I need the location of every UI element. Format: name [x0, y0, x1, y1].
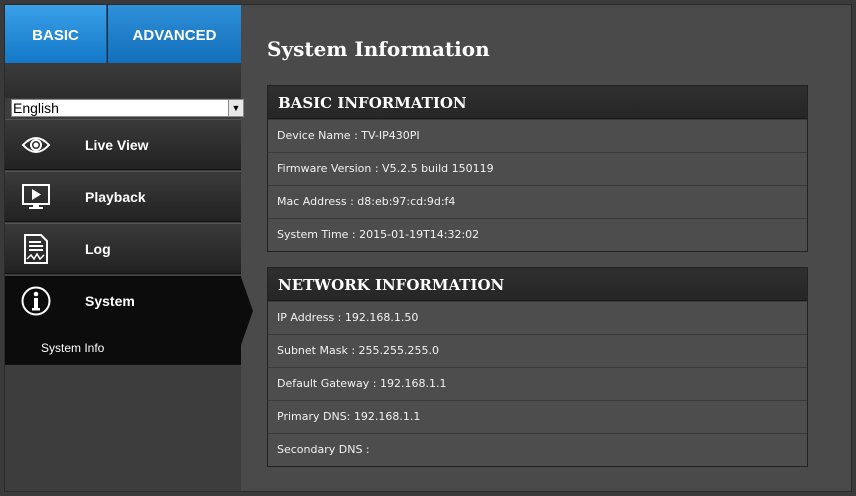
info-row-secondary-dns: Secondary DNS :: [268, 433, 807, 466]
chevron-down-icon[interactable]: ▼: [228, 100, 243, 116]
sidebar-item-label: Playback: [85, 189, 146, 205]
active-item-pointer: [241, 277, 253, 345]
tab-basic[interactable]: BASIC: [5, 5, 107, 63]
sidebar-item-live-view[interactable]: Live View: [5, 119, 241, 170]
info-row-mac-address: Mac Address : d8:eb:97:cd:9d:f4: [268, 185, 807, 218]
log-icon: [19, 232, 53, 266]
language-strip: [5, 63, 241, 98]
page-title: System Information: [267, 37, 490, 61]
mode-tabs: BASIC ADVANCED: [5, 5, 241, 63]
panel-header: BASIC INFORMATION: [268, 86, 807, 119]
sidebar-item-label: System: [85, 293, 135, 309]
info-row-system-time: System Time : 2015-01-19T14:32:02: [268, 218, 807, 251]
info-icon: [19, 284, 53, 318]
language-selected-value: English: [13, 100, 59, 116]
sidebar-item-log[interactable]: Log: [5, 223, 241, 274]
info-row-primary-dns: Primary DNS: 192.168.1.1: [268, 400, 807, 433]
sidebar-item-label: Log: [85, 241, 111, 257]
sidebar-item-playback[interactable]: Playback: [5, 171, 241, 222]
basic-information-panel: BASIC INFORMATION Device Name : TV-IP430…: [267, 85, 808, 252]
playback-icon: [19, 180, 53, 214]
info-row-device-name: Device Name : TV-IP430PI: [268, 119, 807, 152]
info-row-firmware-version: Firmware Version : V5.2.5 build 150119: [268, 152, 807, 185]
network-information-panel: NETWORK INFORMATION IP Address : 192.168…: [267, 267, 808, 467]
info-row-default-gateway: Default Gateway : 192.168.1.1: [268, 367, 807, 400]
info-row-subnet-mask: Subnet Mask : 255.255.255.0: [268, 334, 807, 367]
info-row-ip-address: IP Address : 192.168.1.50: [268, 301, 807, 334]
language-select[interactable]: English ▼: [11, 99, 244, 117]
submenu-system-info[interactable]: System Info: [41, 341, 104, 355]
app-frame: BASIC ADVANCED English ▼ Live View Playb…: [4, 4, 852, 492]
panel-header: NETWORK INFORMATION: [268, 268, 807, 301]
eye-icon: [19, 128, 53, 162]
sidebar-item-label: Live View: [85, 137, 149, 153]
tab-advanced[interactable]: ADVANCED: [108, 5, 241, 63]
